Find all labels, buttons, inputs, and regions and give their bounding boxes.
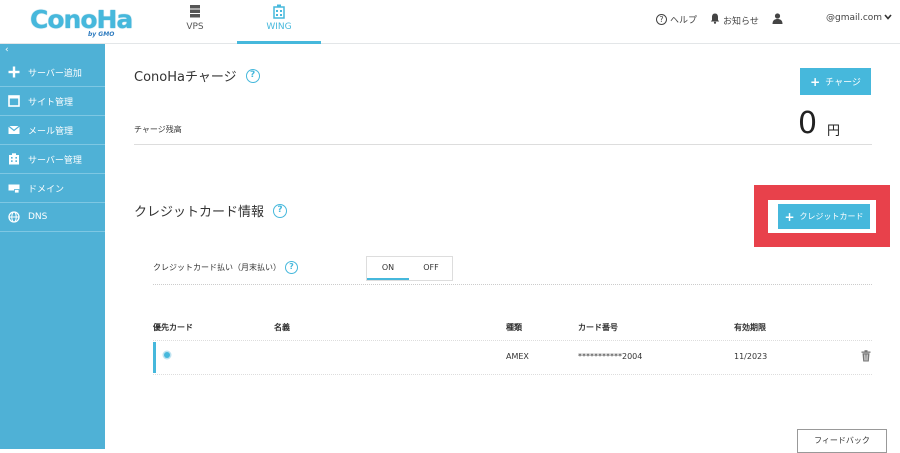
plus-icon: +: [810, 77, 820, 87]
nav-vps-label: VPS: [160, 22, 230, 32]
row-accent: [153, 342, 156, 373]
col-priority: 優先カード: [153, 322, 193, 333]
logo-text: ConoHa: [30, 4, 132, 36]
help-icon: ?: [656, 14, 667, 25]
account-dropdown[interactable]: @gmail.com: [826, 13, 892, 23]
sidebar-item-domain[interactable]: ドメイン: [0, 174, 105, 203]
col-number: カード番号: [578, 322, 618, 333]
conoha-logo[interactable]: ConoHa by GMO: [30, 4, 122, 38]
nav-wing[interactable]: WING: [237, 0, 321, 44]
sidebar-item-label: メール管理: [28, 124, 73, 137]
card-number: ***********2004: [578, 352, 642, 361]
card-expiry: 11/2023: [734, 352, 767, 361]
trash-icon[interactable]: [861, 347, 871, 366]
divider: [153, 284, 872, 285]
charge-section-title: ConoHaチャージ ?: [134, 66, 260, 85]
domain-icon: [8, 182, 20, 194]
add-credit-card-button[interactable]: + クレジットカード: [778, 204, 870, 229]
sidebar-item-label: サーバー管理: [28, 153, 82, 166]
account-email: @gmail.com: [826, 13, 882, 23]
pay-label-text: クレジットカード払い（月末払い）: [153, 262, 281, 273]
sidebar-item-mail[interactable]: メール管理: [0, 116, 105, 145]
credit-title-text: クレジットカード情報: [134, 201, 264, 220]
sidebar-item-label: サーバー追加: [28, 66, 82, 79]
priority-radio[interactable]: [164, 352, 170, 358]
charge-button[interactable]: + チャージ: [800, 68, 871, 95]
sidebar-menu: サーバー追加 サイト管理 メール管理 サーバー管理: [0, 58, 105, 232]
nav-vps[interactable]: VPS: [160, 0, 230, 44]
sidebar-item-server-manage[interactable]: サーバー管理: [0, 145, 105, 174]
payment-toggle: ON OFF: [366, 256, 453, 281]
sidebar-item-label: ドメイン: [28, 182, 64, 195]
nav-wing-label: WING: [237, 22, 321, 32]
pay-help-icon[interactable]: ?: [285, 261, 298, 274]
feedback-button[interactable]: フィードバック: [797, 429, 887, 453]
balance-value: 0: [798, 106, 817, 142]
chevron-down-icon: [884, 13, 892, 23]
help-link[interactable]: ? ヘルプ: [656, 13, 697, 26]
sidebar-item-add-server[interactable]: サーバー追加: [0, 58, 105, 87]
top-header: ConoHa by GMO VPS WING ? ヘルプ: [0, 0, 900, 44]
server-manage-icon: [8, 153, 20, 165]
charge-help-icon[interactable]: ?: [246, 69, 260, 83]
toggle-off[interactable]: OFF: [410, 257, 452, 280]
sidebar-collapse-icon[interactable]: ‹: [5, 45, 9, 55]
main-content: ConoHaチャージ ? + チャージ チャージ残高 0 円 クレジットカード情…: [105, 44, 900, 449]
col-type: 種類: [506, 322, 522, 333]
sidebar: ‹ サーバー追加 サイト管理 メール管理: [0, 44, 105, 449]
table-row-divider: [153, 374, 872, 375]
add-credit-card-label: クレジットカード: [800, 211, 864, 222]
charge-title-text: ConoHaチャージ: [134, 66, 237, 85]
server-icon: [188, 4, 202, 23]
building-icon: [272, 4, 286, 23]
logo-sub: by GMO: [88, 31, 114, 38]
credit-help-icon[interactable]: ?: [273, 204, 287, 218]
col-expiry: 有効期限: [734, 322, 766, 333]
globe-icon: [8, 211, 20, 223]
mail-icon: [8, 124, 20, 136]
card-type: AMEX: [506, 352, 529, 361]
charge-button-label: チャージ: [825, 75, 861, 88]
user-menu[interactable]: [772, 13, 783, 27]
credit-section-title: クレジットカード情報 ?: [134, 201, 287, 220]
charge-divider: [134, 144, 872, 145]
toggle-on[interactable]: ON: [367, 257, 409, 280]
col-holder: 名義: [274, 322, 290, 333]
notice-link[interactable]: お知らせ: [710, 13, 759, 27]
bell-icon: [710, 13, 720, 27]
window-icon: [8, 95, 20, 107]
notice-label: お知らせ: [723, 14, 759, 27]
balance-unit: 円: [827, 120, 840, 139]
balance-label: チャージ残高: [134, 124, 182, 135]
plus-icon: +: [784, 212, 794, 222]
sidebar-item-label: サイト管理: [28, 95, 73, 108]
sidebar-item-label: DNS: [28, 212, 47, 222]
table-row: AMEX ***********2004 11/2023: [153, 341, 872, 374]
plus-icon: [8, 66, 20, 78]
monthly-payment-label: クレジットカード払い（月末払い） ?: [153, 261, 298, 274]
sidebar-item-dns[interactable]: DNS: [0, 203, 105, 232]
sidebar-item-site[interactable]: サイト管理: [0, 87, 105, 116]
help-label: ヘルプ: [670, 13, 697, 26]
user-icon: [772, 13, 783, 27]
